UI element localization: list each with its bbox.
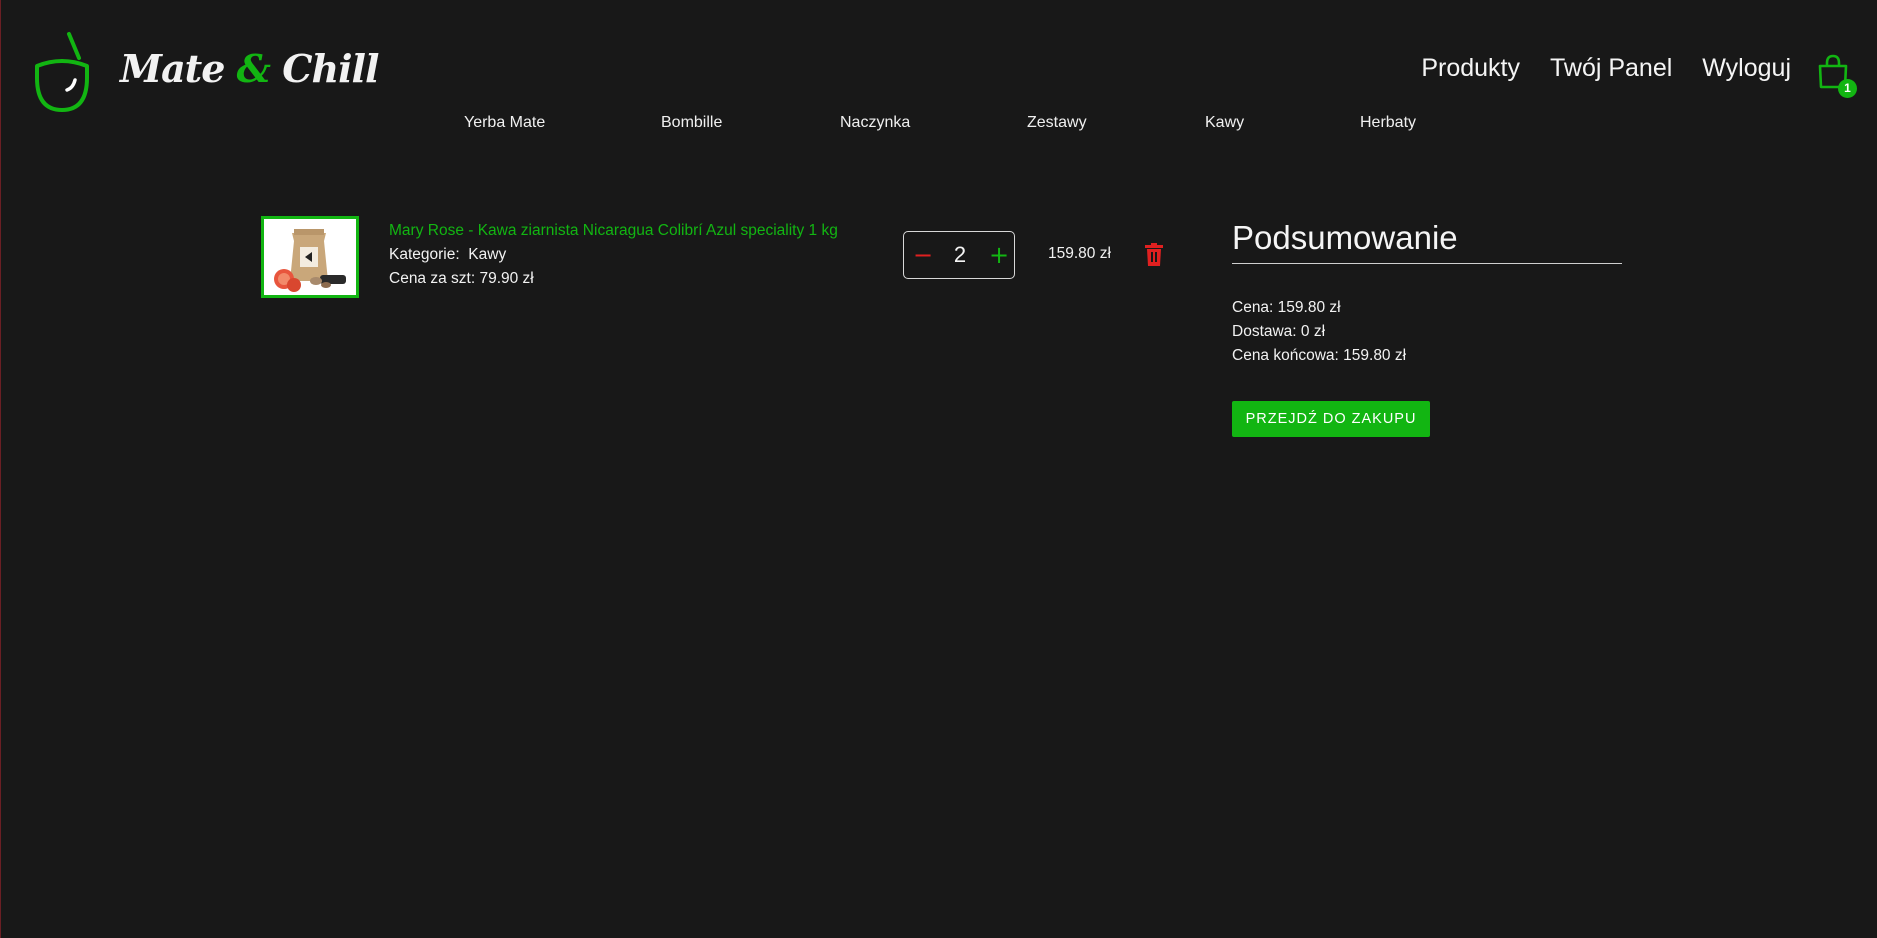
brand-name-part1: Mate	[120, 46, 237, 91]
category-naczynka[interactable]: Naczynka	[840, 114, 910, 132]
category-kawy[interactable]: Kawy	[1205, 114, 1244, 132]
summary-final-price: Cena końcowa: 159.80 zł	[1232, 347, 1407, 364]
category-yerba-mate[interactable]: Yerba Mate	[464, 114, 545, 132]
product-thumbnail[interactable]	[261, 216, 359, 298]
quantity-stepper: − 2 +	[903, 231, 1015, 279]
cart-button[interactable]: 1	[1817, 54, 1857, 100]
quantity-value[interactable]: 2	[939, 240, 981, 270]
increase-quantity-button[interactable]: +	[985, 240, 1013, 270]
brand-name-part2: Chill	[269, 46, 379, 91]
product-title-link[interactable]: Mary Rose - Kawa ziarnista Nicaragua Col…	[389, 222, 838, 240]
brand-logo-text[interactable]: Mate & Chill	[120, 46, 379, 91]
nav-link-wyloguj[interactable]: Wyloguj	[1702, 54, 1791, 83]
nav-link-panel[interactable]: Twój Panel	[1550, 54, 1672, 83]
nav-link-produkty[interactable]: Produkty	[1421, 54, 1520, 83]
product-unit-price: Cena za szt: 79.90 zł	[389, 270, 534, 287]
page: Mate & Chill Produkty Twój Panel Wyloguj…	[0, 0, 1877, 938]
line-total-price: 159.80 zł	[1048, 245, 1111, 262]
checkout-button[interactable]: PRZEJDŹ DO ZAKUPU	[1232, 401, 1430, 437]
summary-title: Podsumowanie	[1232, 219, 1458, 256]
product-image	[264, 219, 356, 295]
product-category-value: Kawy	[468, 246, 507, 263]
product-category-row: Kategorie: Kawy	[389, 246, 506, 264]
mate-cup-icon[interactable]	[31, 30, 93, 114]
category-herbaty[interactable]: Herbaty	[1360, 114, 1416, 132]
top-nav: Produkty Twój Panel Wyloguj	[1421, 54, 1791, 83]
category-zestawy[interactable]: Zestawy	[1027, 114, 1087, 132]
product-category-label: Kategorie:	[389, 246, 460, 263]
summary-shipping: Dostawa: 0 zł	[1232, 323, 1326, 340]
category-bombille[interactable]: Bombille	[661, 114, 722, 132]
trash-icon[interactable]	[1144, 243, 1164, 267]
summary-price: Cena: 159.80 zł	[1232, 299, 1341, 316]
summary-divider	[1232, 263, 1622, 264]
decrease-quantity-button[interactable]: −	[909, 240, 937, 270]
cart-count-badge: 1	[1838, 79, 1857, 98]
brand-ampersand: &	[236, 46, 271, 91]
